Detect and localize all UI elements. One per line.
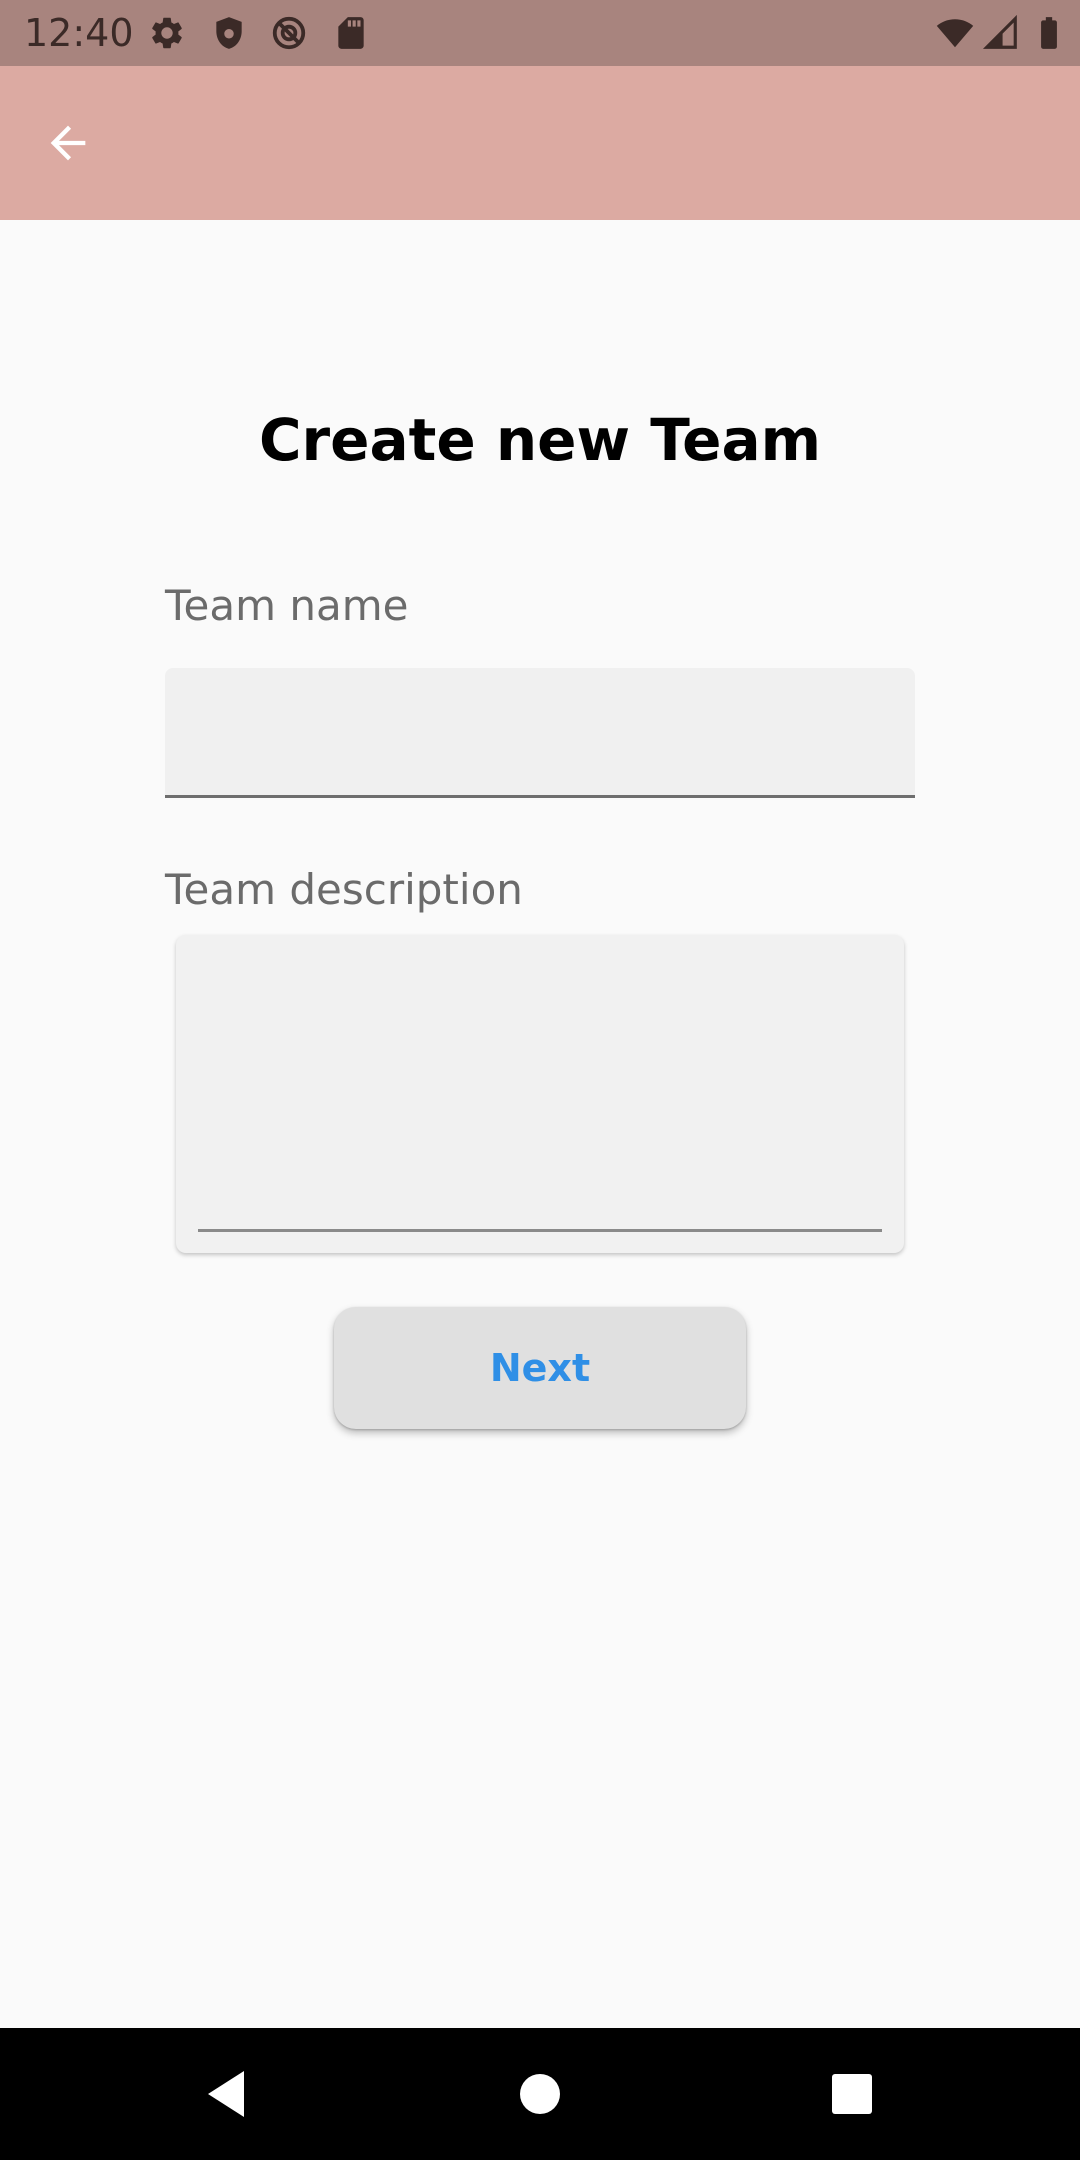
team-description-label: Team description [165, 865, 523, 914]
recents-square-icon [830, 2072, 874, 2116]
back-button[interactable] [34, 109, 102, 177]
page-title: Create new Team [258, 406, 822, 474]
shield-icon [210, 14, 248, 52]
wifi-icon [936, 14, 974, 52]
back-triangle-icon [202, 2069, 250, 2119]
navigation-bar [0, 2028, 1080, 2160]
team-name-field[interactable] [165, 668, 915, 798]
screen: 12:40 Create new Team Team name Team des… [0, 0, 1080, 2160]
settings-icon [148, 14, 186, 52]
next-button[interactable]: Next [334, 1307, 746, 1429]
signal-icon [982, 14, 1020, 52]
arrow-back-icon [42, 117, 94, 169]
battery-icon [1030, 14, 1068, 52]
status-bar: 12:40 [0, 0, 1080, 66]
sd-card-icon [332, 14, 370, 52]
nav-home-button[interactable] [510, 2064, 570, 2124]
team-description-input[interactable] [198, 953, 886, 1207]
home-circle-icon [518, 2072, 562, 2116]
team-description-card[interactable] [176, 935, 904, 1253]
team-description-underline [198, 1229, 882, 1232]
team-name-input[interactable] [165, 668, 915, 795]
nav-recents-button[interactable] [822, 2064, 882, 2124]
nav-back-button[interactable] [196, 2064, 256, 2124]
status-time: 12:40 [24, 11, 134, 55]
app-bar [0, 66, 1080, 220]
team-name-label: Team name [165, 581, 409, 630]
vpn-key-icon [270, 14, 308, 52]
